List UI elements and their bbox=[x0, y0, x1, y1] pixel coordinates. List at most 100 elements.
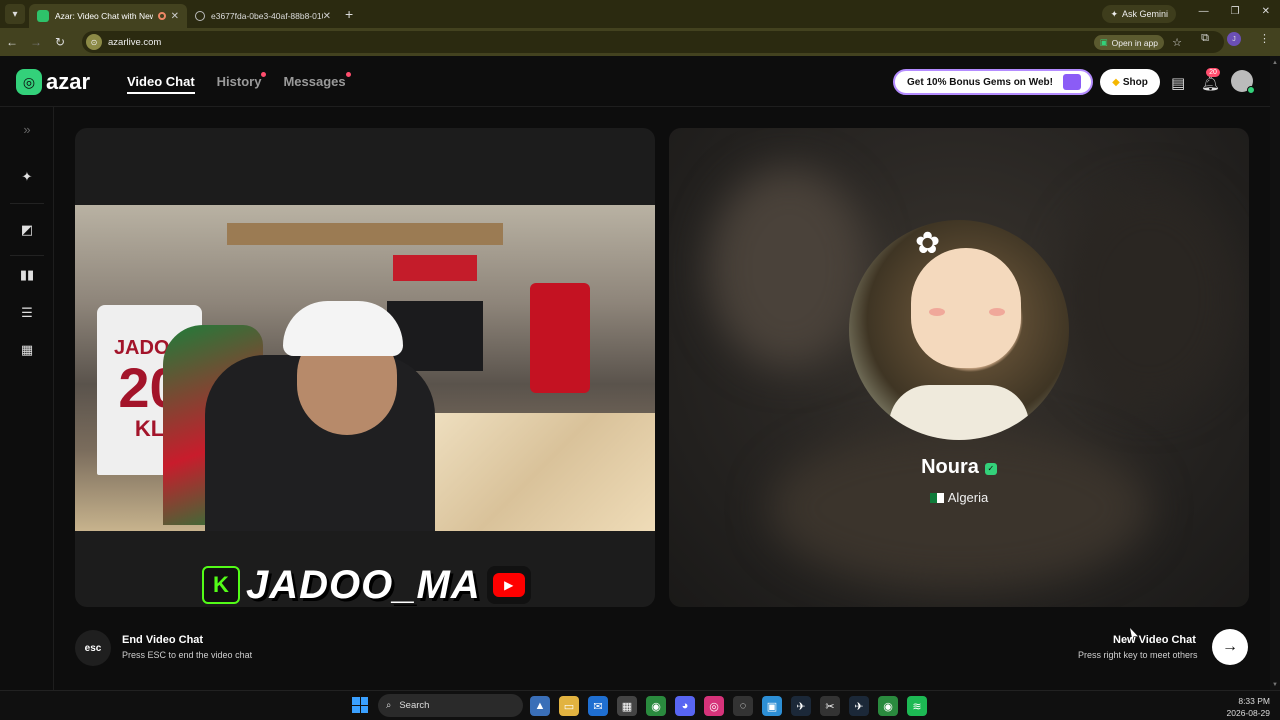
effects-icon[interactable]: ◩ bbox=[17, 220, 37, 240]
ask-gemini-button[interactable]: ✦ Ask Gemini bbox=[1102, 5, 1176, 23]
taskbar-search[interactable]: ⌕ Search bbox=[378, 694, 523, 717]
profile-avatar[interactable]: J bbox=[1227, 32, 1241, 46]
blurred-background bbox=[1059, 188, 1239, 408]
end-chat-subtitle: Press ESC to end the video chat bbox=[122, 650, 253, 660]
scarf bbox=[393, 255, 477, 281]
magic-wand-icon[interactable]: ✦ bbox=[17, 167, 37, 187]
azar-logo-icon: ◎ bbox=[16, 69, 42, 95]
gemini-icon: ✦ bbox=[1110, 8, 1118, 19]
side-rail: » ✦ ◩ ▮▮ ☰ ▦ bbox=[0, 107, 54, 690]
end-chat-title: End Video Chat bbox=[122, 634, 204, 646]
restore-icon[interactable]: ❐ bbox=[1231, 6, 1240, 17]
inbox-icon[interactable]: ▤ bbox=[1171, 74, 1185, 92]
user-avatar[interactable] bbox=[1231, 70, 1255, 94]
shop-button[interactable]: ◆ Shop bbox=[1100, 69, 1160, 95]
reload-icon[interactable]: ↻ bbox=[48, 35, 72, 49]
globe-icon bbox=[195, 11, 205, 21]
back-icon[interactable]: ← bbox=[0, 35, 24, 49]
expand-icon[interactable]: » bbox=[17, 119, 37, 139]
layout-grid-icon[interactable]: ▦ bbox=[17, 340, 37, 360]
close-tab-icon[interactable]: ✕ bbox=[323, 11, 331, 22]
steam-alt-icon[interactable]: ✈ bbox=[849, 696, 869, 716]
scroll-up-icon[interactable]: ▲ bbox=[1272, 60, 1278, 66]
local-video-panel: JADOO 20 KL K JADOO_MA ▶ bbox=[75, 128, 655, 607]
chrome-active-icon[interactable]: ◉ bbox=[878, 696, 898, 716]
divider bbox=[10, 203, 44, 204]
azar-logo[interactable]: ◎ azar bbox=[16, 69, 90, 95]
chrome-icon[interactable]: ◉ bbox=[646, 696, 666, 716]
search-icon: ⌕ bbox=[386, 700, 392, 711]
main-nav: Video Chat History Messages bbox=[127, 72, 351, 94]
nav-history-label: History bbox=[216, 74, 262, 89]
browser-tab-bar: ▾ Azar: Video Chat with New ✕ e3677fda-0… bbox=[0, 0, 1280, 28]
photos-icon[interactable]: ▣ bbox=[762, 696, 782, 716]
avatar-blush bbox=[929, 308, 945, 316]
bookmark-star-icon[interactable]: ☆ bbox=[1172, 36, 1182, 49]
instagram-icon[interactable]: ◎ bbox=[704, 696, 724, 716]
nav-video-chat[interactable]: Video Chat bbox=[127, 74, 195, 94]
close-window-icon[interactable]: ✕ bbox=[1262, 6, 1270, 17]
avatar-blush bbox=[989, 308, 1005, 316]
youtube-icon: ▶ bbox=[486, 566, 531, 604]
steam-icon[interactable]: ✈ bbox=[791, 696, 811, 716]
tab-search-icon[interactable]: ▾ bbox=[5, 4, 25, 24]
end-chat-button[interactable]: esc bbox=[75, 630, 111, 666]
recording-icon bbox=[157, 12, 166, 20]
spotify-icon[interactable]: ≋ bbox=[907, 696, 927, 716]
app-header: ◎ azar Video Chat History Messages Get 1… bbox=[0, 56, 1280, 107]
windows-start-icon[interactable] bbox=[352, 697, 368, 713]
snipping-tool-icon[interactable]: ✂ bbox=[820, 696, 840, 716]
divider bbox=[10, 255, 44, 256]
clock-time: 8:33 PM bbox=[1238, 696, 1270, 706]
notification-badge: 20 bbox=[1206, 68, 1220, 77]
arrow-right-icon: → bbox=[1222, 638, 1238, 655]
extensions-icon[interactable]: ⧉ bbox=[1201, 32, 1209, 46]
local-camera-feed: JADOO 20 KL bbox=[75, 205, 655, 531]
avatar-face bbox=[911, 248, 1021, 368]
site-info-icon[interactable]: ⊙ bbox=[86, 34, 102, 50]
shelf-photos bbox=[227, 223, 503, 245]
file-explorer-icon[interactable]: ▭ bbox=[559, 696, 579, 716]
layout-side-by-side-icon[interactable]: ▮▮ bbox=[17, 265, 37, 285]
address-bar-row: ← → ↻ ⊙ azarlive.com ▣ Open in app ☆ ⧉ J… bbox=[0, 28, 1280, 56]
tab-title: Azar: Video Chat with New bbox=[55, 11, 153, 21]
online-status-icon bbox=[1247, 86, 1255, 94]
shop-label: Shop bbox=[1122, 76, 1148, 88]
clock-date: 2026-08-29 bbox=[1226, 708, 1270, 718]
layout-stacked-icon[interactable]: ☰ bbox=[17, 303, 37, 323]
next-chat-title: New Video Chat bbox=[1113, 634, 1196, 646]
forward-icon[interactable]: → bbox=[24, 35, 48, 49]
ask-gemini-label: Ask Gemini bbox=[1121, 9, 1168, 19]
minimize-icon[interactable]: — bbox=[1199, 6, 1209, 17]
scroll-down-icon[interactable]: ▼ bbox=[1272, 682, 1278, 688]
nav-history[interactable]: History bbox=[216, 72, 267, 94]
widgets-icon[interactable]: ▲ bbox=[530, 696, 550, 716]
page-scrollbar[interactable]: ▲ ▼ bbox=[1270, 56, 1280, 690]
mail-icon[interactable]: ✉ bbox=[588, 696, 608, 716]
bonus-gems-button[interactable]: Get 10% Bonus Gems on Web! bbox=[893, 69, 1093, 95]
store-icon[interactable]: ▦ bbox=[617, 696, 637, 716]
nav-messages[interactable]: Messages bbox=[283, 72, 351, 94]
close-tab-icon[interactable]: ✕ bbox=[171, 11, 179, 22]
open-in-app-label: Open in app bbox=[1111, 37, 1158, 48]
flower-icon: ✿ bbox=[915, 227, 941, 260]
avatar-dress bbox=[889, 385, 1029, 440]
url-input[interactable]: ⊙ azarlive.com ▣ Open in app ☆ bbox=[82, 31, 1224, 53]
obs-icon[interactable]: ◌ bbox=[733, 696, 753, 716]
discord-icon[interactable]: ◕ bbox=[675, 696, 695, 716]
partner-avatar: ✿ bbox=[849, 220, 1069, 440]
window-controls: — ❐ ✕ bbox=[1199, 6, 1270, 17]
algeria-flag-icon bbox=[929, 493, 944, 503]
url-text: azarlive.com bbox=[108, 36, 162, 48]
search-placeholder: Search bbox=[399, 700, 430, 711]
system-clock[interactable]: 8:33 PM 2026-08-29 bbox=[1227, 695, 1270, 719]
menu-icon[interactable]: ⋮ bbox=[1259, 32, 1270, 46]
toolbar-right: ⧉ J ⋮ bbox=[1201, 32, 1270, 46]
open-in-app-button[interactable]: ▣ Open in app bbox=[1093, 35, 1164, 50]
white-cap bbox=[283, 301, 403, 356]
tab-second[interactable]: e3677fda-0be3-40af-88b8-010 ✕ bbox=[187, 4, 339, 28]
next-chat-button[interactable]: → bbox=[1212, 629, 1248, 665]
tab-azar[interactable]: Azar: Video Chat with New ✕ bbox=[29, 4, 187, 28]
new-tab-button[interactable]: + bbox=[345, 6, 353, 22]
partner-country-row: Algeria bbox=[669, 490, 1249, 505]
